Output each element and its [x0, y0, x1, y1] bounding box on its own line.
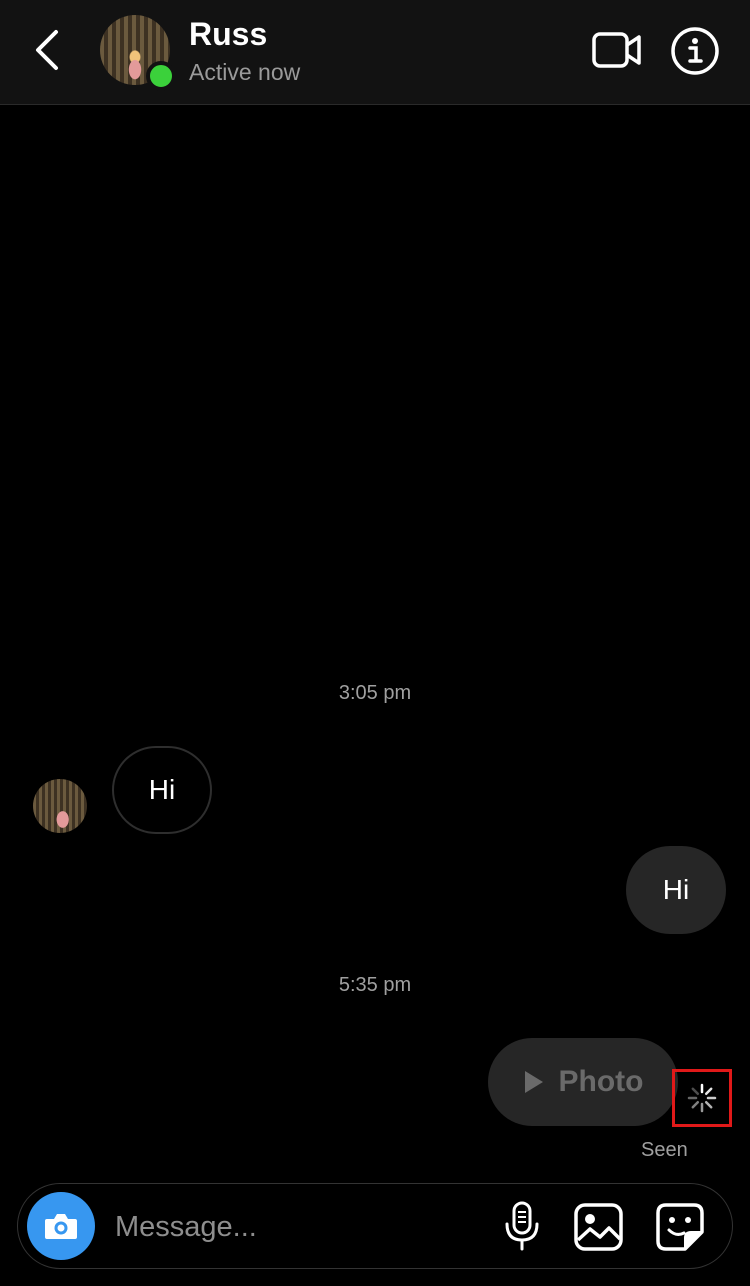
photo-label: Photo	[558, 1065, 644, 1098]
message-composer	[17, 1183, 733, 1269]
video-camera-icon	[592, 32, 641, 68]
voice-message-button[interactable]	[502, 1200, 542, 1252]
photo-message-bubble[interactable]: Photo	[488, 1038, 678, 1126]
gallery-icon	[574, 1203, 623, 1251]
back-button[interactable]	[28, 28, 68, 72]
info-icon	[671, 27, 719, 75]
loading-spinner-icon	[687, 1083, 717, 1113]
contact-status: Active now	[189, 59, 301, 85]
outgoing-message-bubble[interactable]: Hi	[626, 846, 726, 934]
online-status-indicator	[146, 61, 176, 91]
play-icon	[524, 1071, 543, 1093]
camera-icon	[45, 1214, 77, 1239]
video-call-button[interactable]	[592, 30, 642, 70]
sticker-icon	[656, 1203, 704, 1251]
message-timestamp: 5:35 pm	[338, 974, 412, 996]
message-input[interactable]	[113, 1202, 477, 1252]
gallery-button[interactable]	[573, 1202, 625, 1252]
chat-header: Russ Active now	[0, 0, 750, 105]
camera-button[interactable]	[27, 1192, 95, 1260]
sender-avatar[interactable]	[33, 779, 87, 833]
conversation-info-button[interactable]	[670, 26, 720, 76]
back-arrow-icon	[36, 30, 58, 70]
message-timestamp: 3:05 pm	[338, 682, 412, 704]
seen-receipt: Seen	[641, 1139, 688, 1161]
microphone-icon	[505, 1201, 539, 1251]
incoming-message-bubble[interactable]: Hi	[112, 746, 212, 834]
sticker-button[interactable]	[654, 1202, 706, 1252]
sending-indicator	[672, 1069, 732, 1127]
contact-name[interactable]: Russ	[189, 16, 267, 53]
